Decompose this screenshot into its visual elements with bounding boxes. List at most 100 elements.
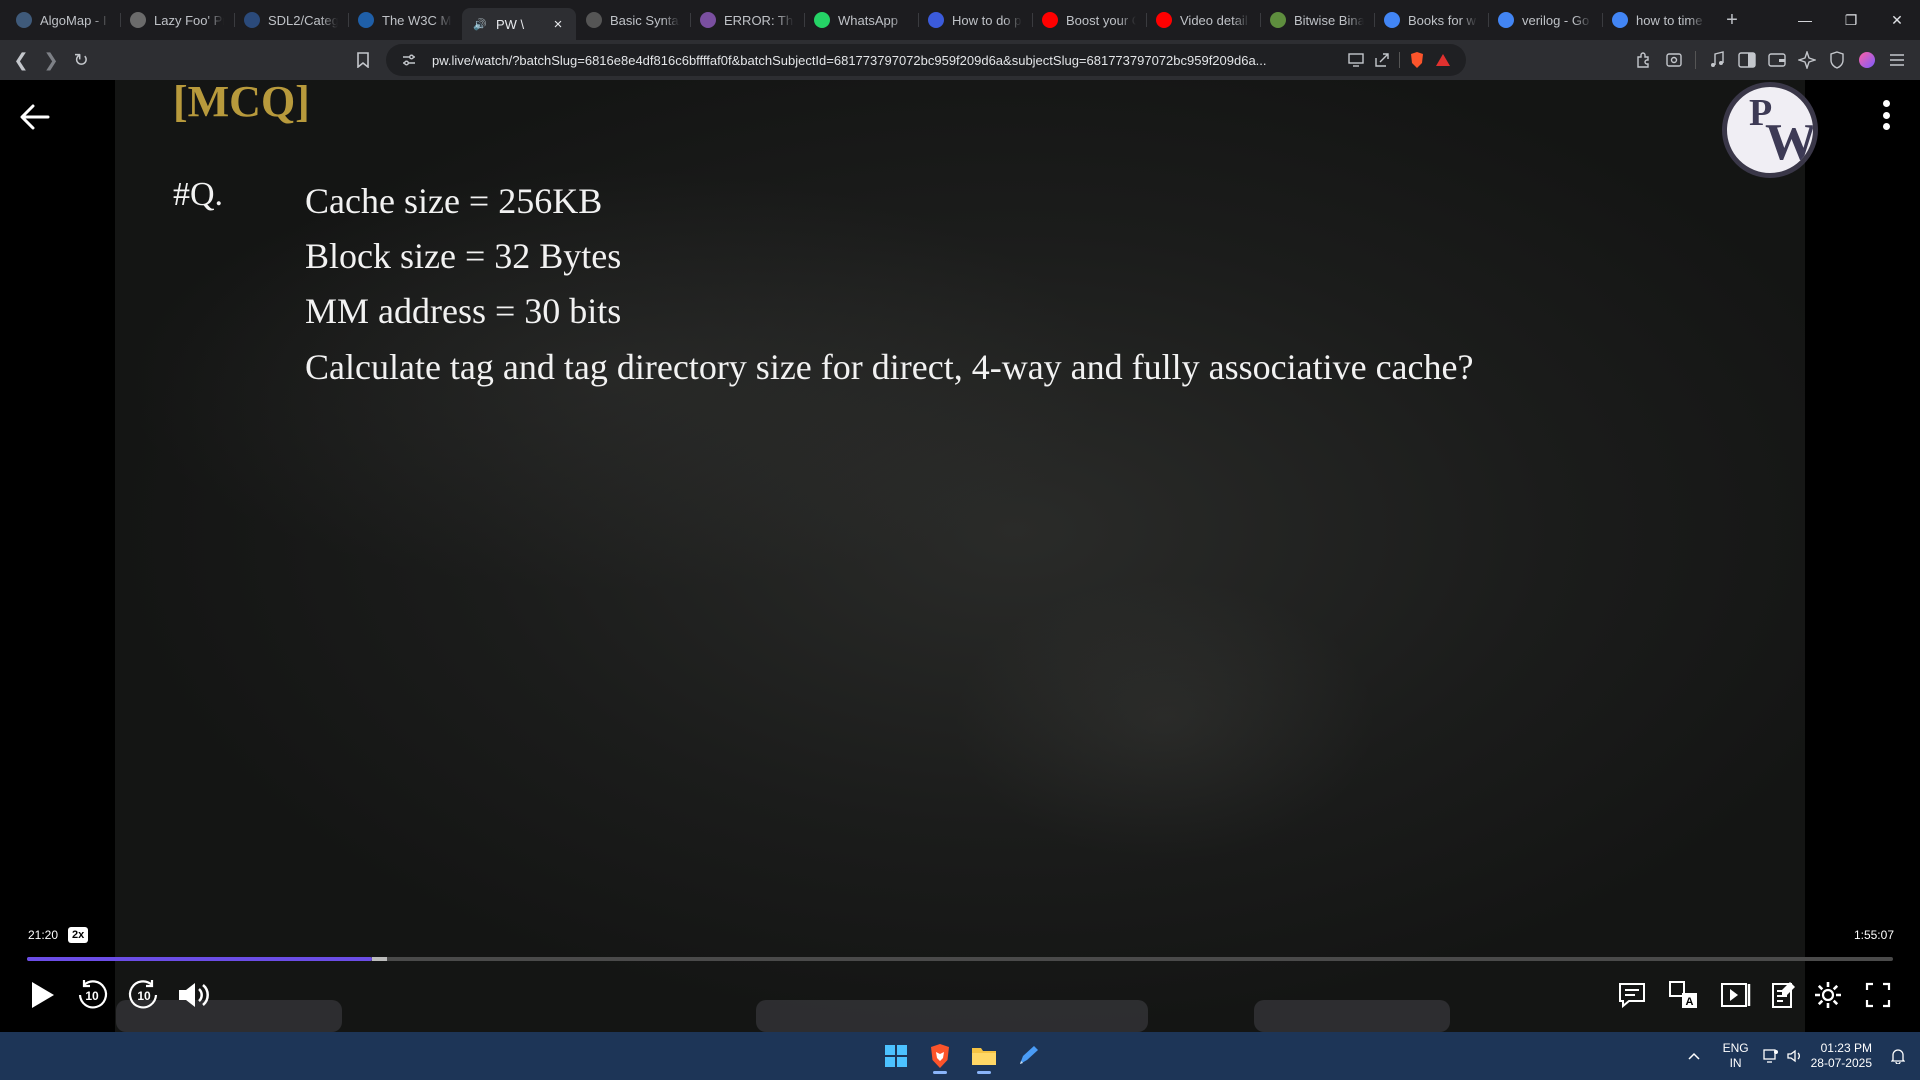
bookmark-icon[interactable] [348,45,378,75]
browser-tab[interactable]: how to time [1602,4,1716,36]
window-controls: — ❐ ✕ [1782,0,1920,40]
browser-tab[interactable]: WhatsApp [804,4,918,36]
tab-title: Basic Syntax [610,12,680,28]
address-bar[interactable]: pw.live/watch/?batchSlug=6816e8e4df816c6… [386,44,1466,76]
taskbar-apps [874,1036,1050,1076]
lazyfoo-icon [130,12,146,28]
chat-icon[interactable] [1612,975,1652,1015]
settings-gear-icon[interactable] [1808,975,1848,1015]
volume-icon[interactable] [174,975,214,1015]
sdl-icon [244,12,260,28]
start-button[interactable] [874,1036,918,1076]
tab-title: Boost your C [1066,12,1136,28]
browser-tab[interactable]: Lazy Foo' Pr [120,4,234,36]
tab-title: SDL2/Categ [268,12,338,28]
system-tray: ENG IN 01:23 PM 28-07-2025 [1679,1032,1920,1080]
taskbar-brave-browser[interactable] [918,1036,962,1076]
browser-tab[interactable]: How to do p [918,4,1032,36]
playback-speed-badge[interactable]: 2x [68,927,89,943]
menu-icon[interactable] [1882,45,1912,75]
notes-icon[interactable] [1764,975,1804,1015]
browser-tab[interactable]: Video detail [1146,4,1260,36]
leo-ai-icon[interactable] [1792,45,1822,75]
browser-tab[interactable]: AlgoMap - I [6,4,120,36]
browser-tab[interactable]: The W3C M [348,4,462,36]
profile-avatar [1859,52,1875,68]
reload-button[interactable]: ↻ [66,45,96,75]
more-options-icon[interactable] [1876,100,1896,130]
speaker-icon [1786,1049,1800,1063]
rewind-10-button[interactable]: 10 [72,975,112,1015]
browser-tab[interactable]: Basic Syntax [576,4,690,36]
browser-tab[interactable]: Boost your C [1032,4,1146,36]
show-hidden-icons-button[interactable] [1679,1052,1709,1060]
algomap-icon [16,12,32,28]
brave-rewards-icon[interactable] [1430,53,1456,67]
brave-shields-icon[interactable] [1404,51,1430,69]
back-arrow-icon[interactable] [18,100,52,134]
tab-title: How to do p [952,12,1022,28]
tab-active[interactable]: 🔊 PW \ × [462,8,576,40]
browser-tab-strip: AlgoMap - I Lazy Foo' Pr SDL2/Categ The W3C… [0,0,1920,40]
google-icon [1612,12,1628,28]
tab-title: PW \ [496,16,525,32]
browser-tab[interactable]: SDL2/Categ [234,4,348,36]
profile-avatar-icon[interactable] [1852,45,1882,75]
taskbar-pen-app[interactable] [1006,1036,1050,1076]
next-video-icon[interactable] [1716,975,1756,1015]
active-indicator [977,1071,991,1074]
chevron-up-icon [1688,1052,1700,1060]
extensions-icon[interactable] [1629,45,1659,75]
progress-bar[interactable] [27,957,1893,961]
close-tab-icon[interactable]: × [550,16,566,33]
tab-list: AlgoMap - I Lazy Foo' Pr SDL2/Categ The W3C… [0,0,1716,40]
windows-logo-icon [885,1045,907,1067]
vpn-icon[interactable] [1822,45,1852,75]
restore-button[interactable]: ❐ [1828,0,1874,40]
rewind-label: 10 [85,989,99,1003]
tab-title: Lazy Foo' Pr [154,12,224,28]
quick-settings-button[interactable] [1762,1048,1803,1064]
forward-label: 10 [137,989,151,1003]
sidebar-icon[interactable] [1732,45,1762,75]
google-icon [1384,12,1400,28]
browser-tab[interactable]: ERROR: The [690,4,804,36]
ghost-toolbar-center [756,1000,1148,1032]
notifications-button[interactable] [1886,1048,1910,1064]
fullscreen-icon[interactable] [1858,975,1898,1015]
input-language-indicator[interactable]: ENG IN [1723,1041,1749,1071]
site-settings-icon[interactable] [396,53,422,67]
pen-icon [1020,1046,1038,1064]
taskbar-file-explorer[interactable] [962,1036,1006,1076]
toolbar-divider [1695,51,1696,69]
tab-title: WhatsApp [838,12,898,28]
mcq-tag: [MCQ] [173,77,310,126]
video-player[interactable] [0,80,1920,1032]
toolbar-right-icons [1629,44,1912,76]
cast-icon[interactable] [1343,53,1369,67]
gfg-icon [1270,12,1286,28]
browser-tab[interactable]: Bitwise Bina [1260,4,1374,36]
played-bar [27,957,372,961]
question-line-cache-size: Cache size = 256KB [305,181,603,221]
forward-10-button[interactable]: 10 [124,975,164,1015]
youtube-icon [1156,12,1172,28]
share-icon[interactable] [1369,52,1395,68]
minimize-button[interactable]: — [1782,0,1828,40]
tab-title: Video detail [1180,12,1248,28]
browser-tab[interactable]: Books for w [1374,4,1488,36]
taskbar-clock[interactable]: 01:23 PM 28-07-2025 [1811,1041,1872,1071]
media-control-icon[interactable] [1702,45,1732,75]
browser-tab[interactable]: verilog - Go [1488,4,1602,36]
total-time: 1:55:07 [1853,928,1894,942]
new-tab-button[interactable]: + [1716,4,1748,36]
play-button[interactable] [22,975,62,1015]
wallet-icon[interactable] [1762,45,1792,75]
back-button[interactable]: ❮ [6,45,36,75]
translate-icon[interactable]: A [1664,975,1704,1015]
question-line-prompt: Calculate tag and tag directory size for… [305,347,1474,387]
screenshot-icon[interactable] [1659,45,1689,75]
forward-button[interactable]: ❯ [36,45,66,75]
bookmark-icon [928,12,944,28]
close-window-button[interactable]: ✕ [1874,0,1920,40]
